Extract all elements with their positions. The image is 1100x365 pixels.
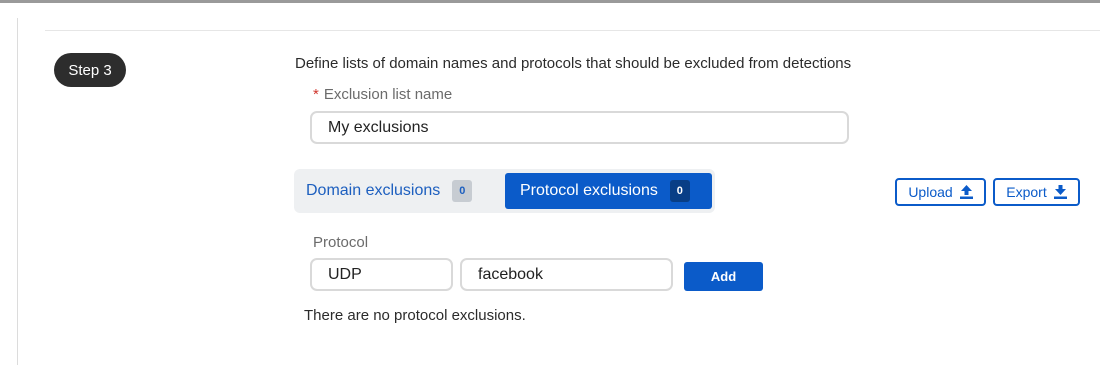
exclusion-list-name-label: * Exclusion list name xyxy=(313,86,452,103)
section-divider xyxy=(45,30,1100,31)
torn-edge xyxy=(0,0,1100,20)
exclusion-list-name-input[interactable] xyxy=(310,111,849,144)
exclusion-list-name-label-text: Exclusion list name xyxy=(323,86,453,103)
protocol-type-input[interactable] xyxy=(310,258,453,291)
tab-protocol-exclusions[interactable]: Protocol exclusions 0 xyxy=(505,173,712,209)
protocol-name-input[interactable] xyxy=(460,258,673,291)
upload-arrow-icon xyxy=(959,185,973,199)
download-arrow-icon xyxy=(1053,185,1067,199)
tab-protocol-exclusions-label: Protocol exclusions xyxy=(520,182,658,199)
step-badge: Step 3 xyxy=(54,53,126,87)
add-button[interactable]: Add xyxy=(684,262,763,291)
tab-domain-exclusions[interactable]: Domain exclusions 0 xyxy=(306,173,473,209)
protocol-exclusions-count-badge: 0 xyxy=(669,180,690,202)
upload-button-label: Upload xyxy=(908,184,953,200)
required-marker: * xyxy=(313,86,319,103)
tab-domain-exclusions-label: Domain exclusions xyxy=(306,182,441,199)
section-description: Define lists of domain names and protoco… xyxy=(295,55,852,72)
empty-state-message: There are no protocol exclusions. xyxy=(304,307,526,324)
protocol-label: Protocol xyxy=(313,234,369,251)
exclusion-tabs: Domain exclusions 0 Protocol exclusions … xyxy=(294,169,715,213)
panel-left-border xyxy=(17,18,18,365)
upload-button[interactable]: Upload xyxy=(895,178,986,206)
export-button-label: Export xyxy=(1006,184,1047,200)
export-button[interactable]: Export xyxy=(993,178,1080,206)
domain-exclusions-count-badge: 0 xyxy=(452,180,473,202)
